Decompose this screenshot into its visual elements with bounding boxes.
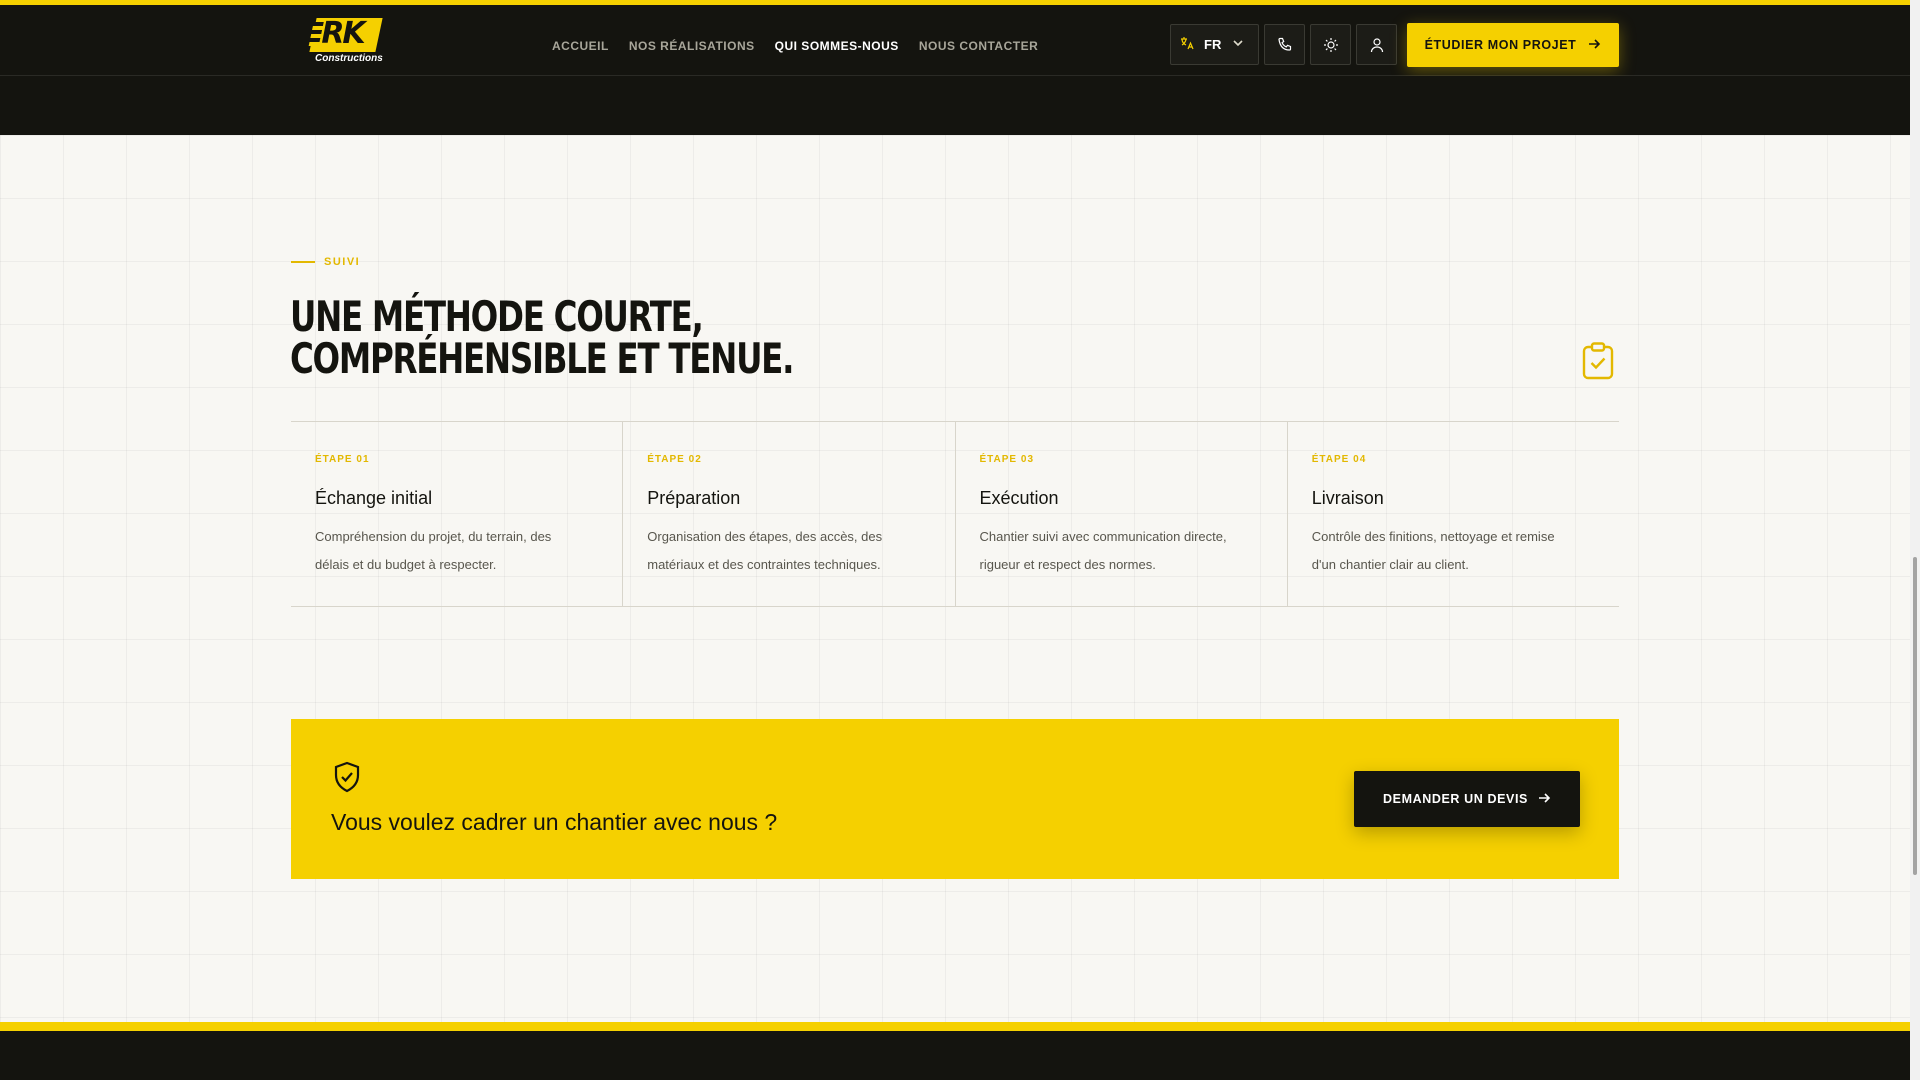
step-title: Préparation [647, 488, 741, 508]
step-label: ÉTAPE 03 [979, 454, 1034, 465]
step-title: Échange initial [315, 488, 433, 508]
nav-item-qui-sommes-nous[interactable]: Qui sommes-nous [774, 10, 899, 81]
step-description-line: Contrôle des finitions, nettoyage et rem… [1311, 529, 1555, 544]
user-icon [1370, 37, 1383, 52]
eyebrow-label: SUIVI [324, 256, 361, 268]
steps-grid: ÉTAPE 01 Échange initial Compréhension d… [291, 421, 1619, 607]
request-quote-button[interactable]: DEMANDER UN DEVIS [1354, 771, 1580, 827]
step-title: Livraison [1311, 488, 1384, 508]
main-nav: Accueil Nos réalisations Qui sommes-nous… [552, 10, 1058, 81]
logo-text: RK [321, 16, 364, 51]
eyebrow-line [291, 261, 315, 263]
step-description-line: d'un chantier clair au client. [1311, 557, 1469, 572]
section-eyebrow: SUIVI [291, 256, 360, 268]
shield-check-icon [334, 761, 360, 793]
step-card: ÉTAPE 04 Livraison Contrôle des finition… [1288, 422, 1619, 606]
sun-icon [1323, 37, 1338, 52]
phone-button[interactable] [1264, 24, 1305, 65]
chevron-down-icon [1233, 39, 1243, 50]
phone-icon [1277, 37, 1291, 51]
step-title: Exécution [979, 488, 1059, 508]
nav-item-accueil[interactable]: Accueil [552, 10, 609, 81]
step-description-line: rigueur et respect des normes. [979, 557, 1156, 572]
step-description-line: Organisation des étapes, des accès, des [647, 529, 883, 544]
logo-mark: RK [308, 16, 383, 52]
cta-band: Vous voulez cadrer un chantier avec nous… [291, 719, 1619, 879]
step-description: Organisation des étapes, des accès, des … [647, 523, 930, 579]
step-card: ÉTAPE 02 Préparation Organisation des ét… [623, 422, 956, 606]
scrollbar-thumb[interactable] [1913, 557, 1917, 875]
request-quote-label: DEMANDER UN DEVIS [1383, 792, 1528, 806]
logo[interactable]: RK Constructions [308, 16, 383, 66]
header-band [0, 76, 1910, 135]
section-title: UNE MÉTHODE COURTE, COMPRÉHENSIBLE ET TE… [290, 296, 794, 383]
section-title-line-2: COMPRÉHENSIBLE ET TENUE. [290, 334, 794, 383]
step-description: Chantier suivi avec communication direct… [980, 523, 1263, 579]
study-project-label: ÉTUDIER MON PROJET [1424, 38, 1577, 52]
step-label: ÉTAPE 01 [315, 454, 370, 465]
nav-item-contact[interactable]: Nous contacter [919, 10, 1038, 81]
cta-band-title: Vous voulez cadrer un chantier avec nous… [331, 809, 778, 835]
step-description-line: délais et du budget à respecter. [315, 557, 497, 572]
clipboard-check-icon [1582, 342, 1614, 380]
account-button[interactable] [1356, 24, 1397, 65]
step-description: Contrôle des finitions, nettoyage et rem… [1312, 523, 1595, 579]
arrow-right-icon [1588, 37, 1601, 54]
study-project-button[interactable]: ÉTUDIER MON PROJET [1407, 23, 1619, 67]
nav-item-realisations[interactable]: Nos réalisations [629, 10, 755, 81]
arrow-right-icon [1538, 791, 1551, 807]
language-label: FR [1204, 37, 1222, 52]
step-label: ÉTAPE 02 [647, 454, 702, 465]
step-label: ÉTAPE 04 [1311, 454, 1367, 465]
logo-subtitle: Constructions [315, 53, 383, 64]
language-selector[interactable]: FR [1170, 24, 1259, 65]
step-card: ÉTAPE 03 Exécution Chantier suivi avec c… [956, 422, 1288, 606]
step-description: Compréhension du projet, du terrain, des… [315, 523, 598, 579]
step-description-line: matériaux et des contraintes techniques. [647, 557, 881, 572]
step-description-line: Compréhension du projet, du terrain, des [315, 529, 552, 544]
step-description-line: Chantier suivi avec communication direct… [979, 529, 1227, 544]
site-header: RK Constructions Accueil Nos réalisation… [0, 5, 1910, 81]
translate-icon [1180, 36, 1194, 53]
site-footer [0, 1031, 1910, 1080]
theme-toggle-button[interactable] [1310, 24, 1351, 65]
step-card: ÉTAPE 01 Échange initial Compréhension d… [291, 422, 624, 606]
footer-accent-stripe [0, 1022, 1910, 1031]
scrollbar-track[interactable] [1910, 0, 1920, 1080]
